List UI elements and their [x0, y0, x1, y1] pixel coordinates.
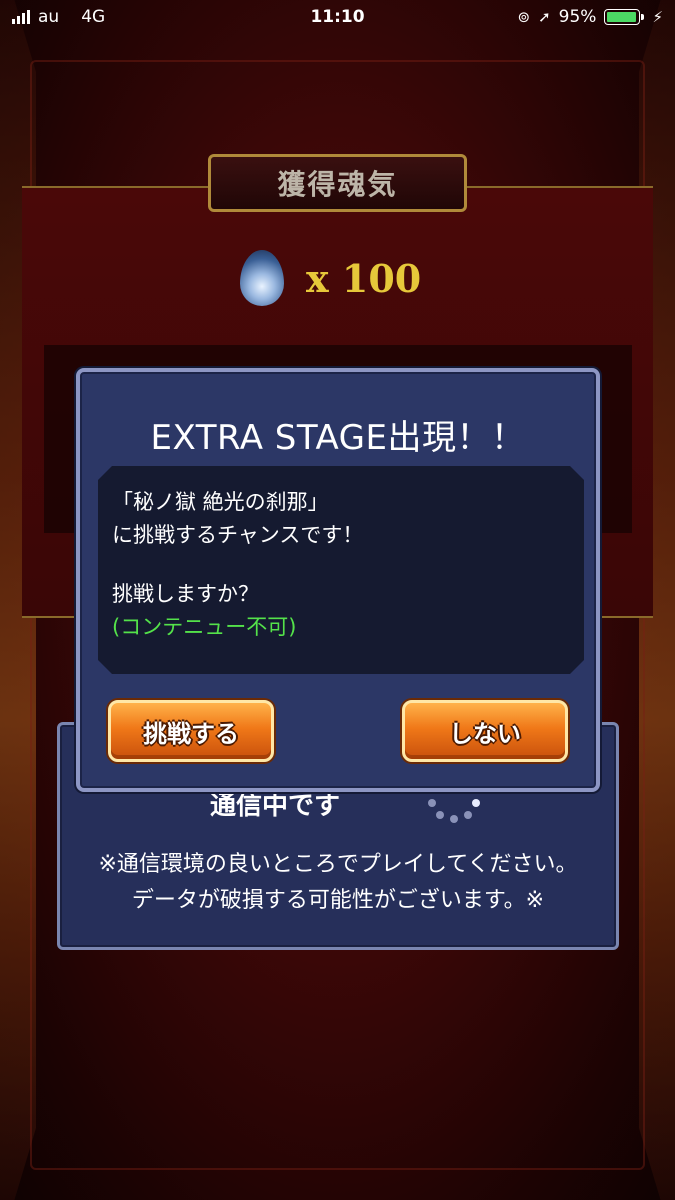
orientation-lock-icon: ⊚ [517, 8, 531, 26]
network-type: 4G [81, 7, 106, 27]
extra-stage-dialog: EXTRA STAGE出現！！ 「秘ノ獄 絶光の刹那」 に挑戦するチャンスです！… [76, 368, 600, 792]
blue-flame-icon [240, 250, 284, 306]
note-line-1: ※通信環境の良いところでプレイしてください。 [98, 852, 578, 877]
dialog-message-box: 「秘ノ獄 絶光の刹那」 に挑戦するチャンスです！ 挑戦しますか？ (コンテニュー… [98, 466, 584, 674]
status-bar: au 4G 11:10 ⊚ ➚ 95% ⚡ [0, 0, 675, 34]
soul-amount: x 100 [306, 255, 422, 301]
communication-note: ※通信環境の良いところでプレイしてください。 データが破損する可能性がございます… [60, 847, 616, 919]
signal-strength-icon [12, 10, 30, 24]
loading-spinner-icon [420, 787, 480, 823]
battery-icon [604, 9, 645, 25]
no-continue-note: (コンテニュー不可) [112, 615, 297, 639]
battery-level [607, 12, 636, 22]
battery-percent: 95% [558, 7, 597, 27]
message-line-1: 「秘ノ獄 絶光の刹那」 [112, 490, 329, 514]
soul-amount-row: x 100 [240, 250, 421, 306]
message-line-2: に挑戦するチャンスです！ [112, 523, 364, 547]
question-text: 挑戦しますか？ [112, 582, 259, 606]
location-arrow-icon: ➚ [538, 8, 551, 26]
charging-bolt-icon: ⚡ [652, 8, 663, 26]
soul-header: 獲得魂気 [208, 154, 467, 212]
challenge-button[interactable]: 挑戦する [108, 700, 274, 762]
note-line-2: データが破損する可能性がございます。※ [131, 888, 545, 913]
decline-button[interactable]: しない [402, 700, 568, 762]
clock: 11:10 [310, 7, 365, 27]
dialog-title: EXTRA STAGE出現！！ [150, 418, 526, 458]
carrier-name: au [38, 7, 60, 27]
